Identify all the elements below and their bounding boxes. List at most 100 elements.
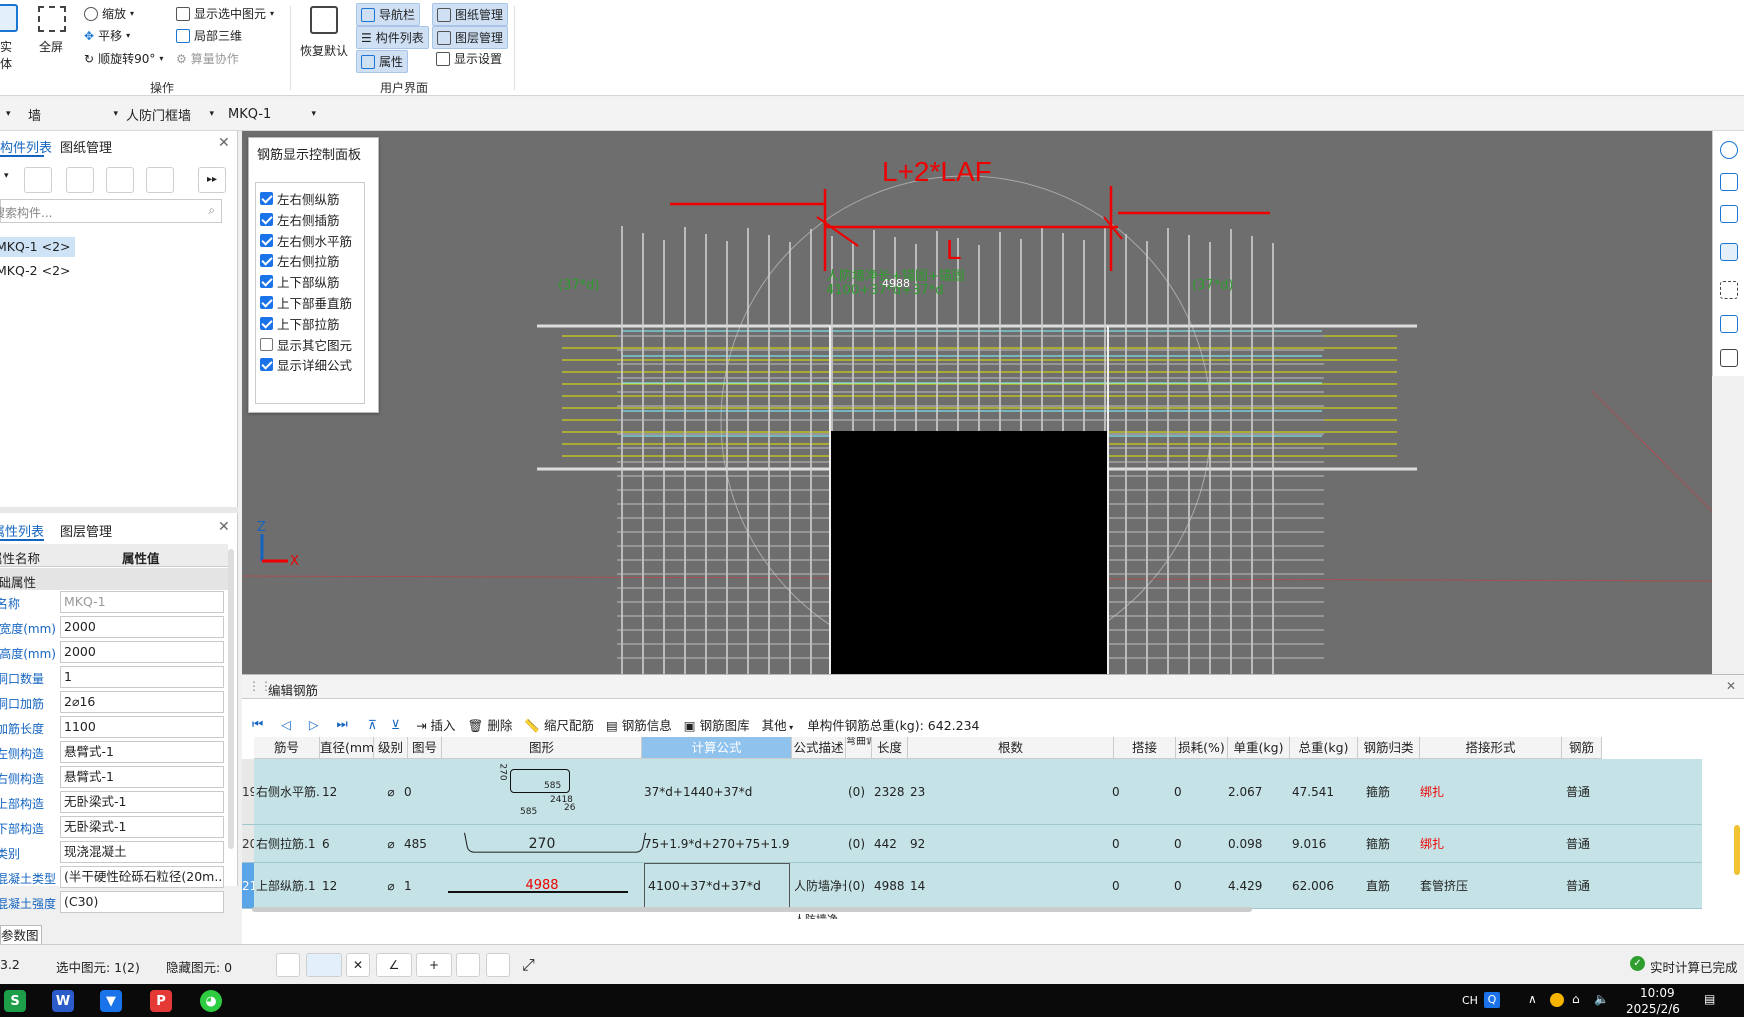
table-cell[interactable]: 0 <box>1112 825 1142 862</box>
rebar-info-button[interactable]: ▤ 钢筋信息 <box>606 715 672 734</box>
property-value[interactable]: 1100 <box>60 716 224 738</box>
property-value[interactable]: MKQ-1 <box>60 591 224 613</box>
close-icon[interactable]: ✕ <box>1726 679 1736 693</box>
offset-button[interactable]: + <box>416 953 452 977</box>
chevron-down-icon[interactable]: ▾ <box>4 171 9 181</box>
column-header[interactable]: 弯曲调整 <box>846 737 872 759</box>
table-cell[interactable]: 6 <box>322 825 352 862</box>
tray-q-icon[interactable]: Q <box>1484 992 1500 1008</box>
close-icon[interactable]: ✕ <box>218 519 230 535</box>
3d-viewport[interactable]: L+2*LAF L (37*d) (37*d) 人防墙净长+锚固+锚固 4100… <box>242 131 1712 674</box>
table-cell[interactable]: ⌀ <box>376 825 406 862</box>
column-header[interactable]: 根数 <box>908 737 1114 759</box>
component-list-toggle[interactable]: ☰ 构件列表 <box>356 26 429 49</box>
next-icon[interactable]: ▷ <box>309 717 319 732</box>
layer-mgmt-toggle[interactable]: 图层管理 <box>432 26 509 49</box>
prev-icon[interactable]: ◁ <box>281 717 291 732</box>
tab-layer-mgmt[interactable]: 图层管理 <box>60 521 112 540</box>
table-cell[interactable]: 普通 <box>1566 759 1606 824</box>
more-button[interactable]: ▸▸ <box>198 167 226 193</box>
wall-dropdown[interactable]: 墙 ▾ <box>22 103 124 125</box>
list-item[interactable]: MKQ-1 <2> <box>0 237 75 257</box>
table-cell[interactable]: (0) <box>848 863 874 908</box>
cross-select-button[interactable]: ✕ <box>346 953 370 977</box>
rebar-name[interactable]: 上部纵筋.1 <box>256 863 320 908</box>
arc-button[interactable] <box>486 953 510 977</box>
table-cell[interactable]: 1 <box>404 863 434 908</box>
control-checkbox[interactable]: 上下部纵筋 <box>260 272 340 291</box>
table-cell[interactable]: 47.541 <box>1292 759 1348 824</box>
wechat-icon[interactable]: ◕ <box>200 990 222 1012</box>
table-cell[interactable]: 0 <box>1174 863 1204 908</box>
table-cell[interactable]: ⌀ <box>376 863 406 908</box>
column-header[interactable]: 搭接 <box>1114 737 1176 759</box>
scale-config-button[interactable]: 📏 缩尺配筋 <box>524 715 594 734</box>
table-cell[interactable]: 箍筋 <box>1366 825 1426 862</box>
floor-copy-button[interactable] <box>146 167 174 193</box>
component-dropdown[interactable]: MKQ-1 ▾ <box>222 103 322 125</box>
tray-color-icon[interactable] <box>1550 993 1564 1007</box>
scrollbar[interactable] <box>228 549 234 849</box>
door-frame-dropdown[interactable]: 人防门框墙 ▾ <box>120 103 220 125</box>
table-cell[interactable]: (0) <box>848 825 874 862</box>
last-icon[interactable]: ⏭ <box>337 716 348 732</box>
column-header[interactable]: 损耗(%) <box>1176 737 1228 759</box>
property-value[interactable]: 悬臂式-1 <box>60 741 224 763</box>
table-cell[interactable]: 0 <box>1112 759 1142 824</box>
column-header[interactable]: 搭接形式 <box>1420 737 1562 759</box>
word-icon[interactable]: W <box>52 990 74 1012</box>
cube-solid-icon[interactable] <box>1720 243 1738 261</box>
column-header[interactable]: 图形 <box>442 737 642 759</box>
calc-collab-button[interactable]: ⚙ 算量协作 <box>176 50 239 67</box>
table-cell[interactable]: 4.429 <box>1228 863 1284 908</box>
property-value[interactable]: 无卧梁式-1 <box>60 791 224 813</box>
column-header[interactable]: 长度 <box>872 737 908 759</box>
rebar-shape[interactable]: 4988 <box>442 863 642 908</box>
table-cell[interactable]: 0 <box>1174 759 1204 824</box>
checkbox[interactable] <box>260 192 273 205</box>
expand-icon[interactable]: ⤢ <box>522 955 535 975</box>
zoom-button[interactable]: 缩放 ▾ <box>84 5 134 22</box>
delete-button[interactable] <box>66 167 94 193</box>
column-header[interactable]: 钢筋 <box>1562 737 1602 759</box>
property-value[interactable]: 2⌀16 <box>60 691 224 713</box>
row-index[interactable]: 19 <box>242 759 254 824</box>
list-item[interactable]: MKQ-2 <2> <box>0 261 75 281</box>
table-row[interactable]: 21上部纵筋.112⌀149884100+37*d+37*d人防墙净长+锚…(0… <box>242 863 1702 909</box>
control-checkbox[interactable]: 上下部拉筋 <box>260 314 340 333</box>
rotate-button[interactable]: ↻ 顺旋转90° ▾ <box>84 50 163 67</box>
move-up-icon[interactable]: ⊼ <box>368 717 377 732</box>
table-cell[interactable]: 0 <box>1112 863 1142 908</box>
table-cell[interactable]: 485 <box>404 825 434 862</box>
table-cell[interactable]: 普通 <box>1566 825 1606 862</box>
first-icon[interactable]: ⏮ <box>252 716 263 732</box>
vertical-scrollbar[interactable] <box>1734 825 1740 875</box>
table-cell[interactable]: 2.067 <box>1228 759 1284 824</box>
pan-button[interactable]: ✥ 平移 ▾ <box>84 27 130 44</box>
navbar-toggle[interactable]: 导航栏 <box>356 3 421 26</box>
table-cell[interactable]: 9.016 <box>1292 825 1348 862</box>
column-header[interactable]: 直径(mm) <box>320 737 374 759</box>
lap-type[interactable]: 套管挤压 <box>1420 863 1540 908</box>
rebar-name[interactable]: 右侧水平筋.1 <box>256 759 320 824</box>
table-cell[interactable]: 62.006 <box>1292 863 1348 908</box>
control-checkbox[interactable]: 上下部垂直筋 <box>260 293 352 312</box>
column-header[interactable]: 公式描述 <box>792 737 846 759</box>
fullscreen-button[interactable]: 全屏 <box>36 4 70 60</box>
table-cell[interactable]: (0) <box>848 759 874 824</box>
checkbox[interactable] <box>260 233 273 247</box>
rebar-library-button[interactable]: ▣ 钢筋图库 <box>684 715 750 734</box>
control-checkbox[interactable]: 显示其它图元 <box>260 335 352 354</box>
property-value[interactable]: 2000 <box>60 616 224 638</box>
checkbox[interactable] <box>260 337 273 351</box>
layer-settings-icon[interactable] <box>1720 349 1738 367</box>
column-header[interactable]: 总重(kg) <box>1290 737 1358 759</box>
properties-toggle[interactable]: 属性 <box>356 50 409 73</box>
formula-cell[interactable]: 37*d+1440+37*d <box>644 759 790 824</box>
select-box-button[interactable] <box>306 953 342 977</box>
insert-button[interactable]: ⇥ 插入 <box>416 715 455 734</box>
move-down-icon[interactable]: ⊻ <box>391 717 400 732</box>
table-cell[interactable]: 12 <box>322 759 352 824</box>
table-cell[interactable]: 0 <box>1174 825 1204 862</box>
copy-button[interactable] <box>24 167 52 193</box>
